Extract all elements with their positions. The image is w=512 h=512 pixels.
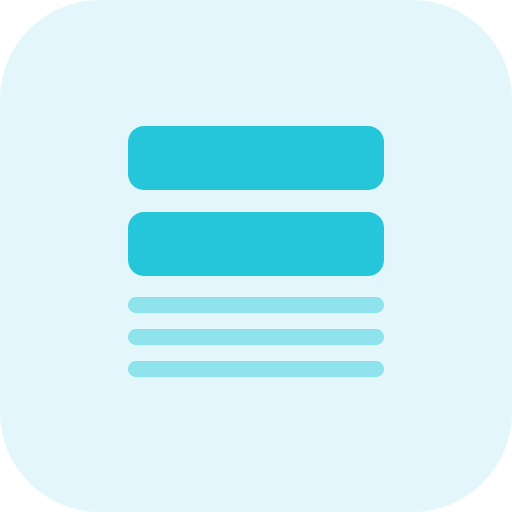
thin-line-1	[128, 297, 384, 313]
layout-list-icon	[0, 0, 512, 512]
thin-line-2	[128, 329, 384, 345]
thin-line-3	[128, 361, 384, 377]
thick-bar-bottom	[128, 212, 384, 276]
thick-bar-top	[128, 126, 384, 190]
